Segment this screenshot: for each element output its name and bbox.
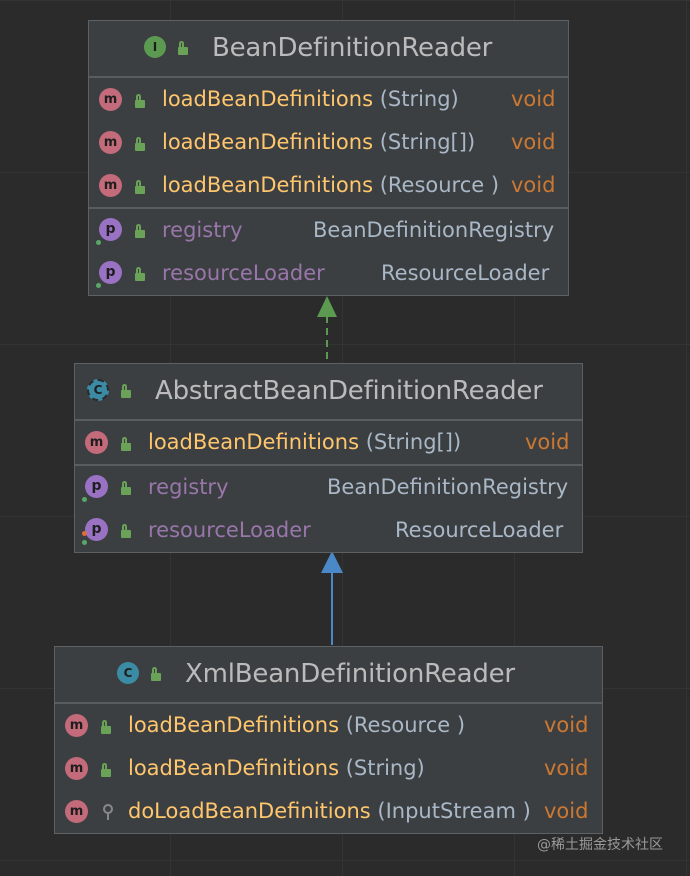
method-icon: m bbox=[99, 131, 122, 154]
public-lock-icon bbox=[135, 180, 145, 194]
getter-dot-icon bbox=[96, 240, 101, 245]
getter-dot-icon bbox=[96, 283, 101, 288]
getter-dot-icon bbox=[82, 497, 87, 502]
public-lock-icon bbox=[135, 94, 145, 108]
method-row[interactable]: m loadBeanDefinitions (Resource ) void bbox=[55, 704, 602, 747]
method-row[interactable]: m loadBeanDefinitions (String) void bbox=[89, 78, 568, 121]
return-type: void bbox=[525, 430, 570, 454]
return-type: void bbox=[511, 173, 556, 197]
return-type: void bbox=[544, 799, 589, 823]
method-params: (String) bbox=[373, 87, 459, 111]
property-type: ResourceLoader bbox=[381, 261, 550, 285]
public-lock-icon bbox=[135, 267, 145, 281]
property-name: registry bbox=[162, 218, 243, 242]
public-lock-icon bbox=[121, 481, 131, 495]
property-icon: p bbox=[99, 261, 122, 284]
method-name: loadBeanDefinitions (String[]) bbox=[162, 130, 476, 154]
public-lock-icon bbox=[101, 763, 111, 777]
public-lock-icon bbox=[135, 224, 145, 238]
method-params: (String[]) bbox=[373, 130, 476, 154]
method-row[interactable]: m doLoadBeanDefinitions (InputStream ) v… bbox=[55, 790, 602, 833]
method-icon: m bbox=[65, 800, 88, 823]
methods-section: m loadBeanDefinitions (String) void m lo… bbox=[89, 78, 568, 209]
class-header[interactable]: I BeanDefinitionReader bbox=[89, 21, 568, 78]
property-icon: p bbox=[99, 218, 122, 241]
method-name: loadBeanDefinitions (String) bbox=[128, 756, 425, 780]
setter-dot-icon bbox=[82, 531, 87, 536]
class-name: AbstractBeanDefinitionReader bbox=[155, 376, 543, 406]
public-lock-icon bbox=[121, 524, 131, 538]
method-icon: m bbox=[99, 174, 122, 197]
class-box-bean-definition-reader[interactable]: I BeanDefinitionReader m loadBeanDefinit… bbox=[88, 20, 569, 296]
method-name: loadBeanDefinitions (String) bbox=[162, 87, 459, 111]
method-params: (String) bbox=[339, 756, 425, 780]
property-row[interactable]: p registry BeanDefinitionRegistry bbox=[89, 209, 568, 252]
class-icon: C bbox=[117, 662, 139, 684]
public-lock-icon bbox=[121, 384, 131, 398]
properties-section: p registry BeanDefinitionRegistry p reso… bbox=[75, 466, 582, 552]
property-name: registry bbox=[148, 475, 229, 499]
method-params: (Resource ) bbox=[373, 173, 500, 197]
method-name: loadBeanDefinitions (Resource ) bbox=[128, 713, 466, 737]
class-header[interactable]: C AbstractBeanDefinitionReader bbox=[75, 364, 582, 421]
method-row[interactable]: m loadBeanDefinitions (String) void bbox=[55, 747, 602, 790]
property-name: resourceLoader bbox=[162, 261, 325, 285]
public-lock-icon bbox=[121, 437, 131, 451]
property-icon: p bbox=[85, 518, 108, 541]
method-icon: m bbox=[99, 88, 122, 111]
properties-section: p registry BeanDefinitionRegistry p reso… bbox=[89, 209, 568, 295]
method-icon: m bbox=[65, 757, 88, 780]
property-row[interactable]: p registry BeanDefinitionRegistry bbox=[75, 466, 582, 509]
return-type: void bbox=[511, 130, 556, 154]
method-params: (Resource ) bbox=[339, 713, 466, 737]
class-name: BeanDefinitionReader bbox=[212, 33, 493, 63]
methods-section: m loadBeanDefinitions (String[]) void bbox=[75, 421, 582, 466]
method-name: doLoadBeanDefinitions (InputStream ) bbox=[128, 799, 531, 823]
property-icon: p bbox=[85, 475, 108, 498]
method-icon: m bbox=[85, 431, 108, 454]
return-type: void bbox=[544, 713, 589, 737]
property-type: ResourceLoader bbox=[395, 518, 564, 542]
methods-section: m loadBeanDefinitions (Resource ) void m… bbox=[55, 704, 602, 833]
method-name: loadBeanDefinitions (Resource ) bbox=[162, 173, 500, 197]
property-name: resourceLoader bbox=[148, 518, 311, 542]
method-row[interactable]: m loadBeanDefinitions (String[]) void bbox=[75, 421, 582, 464]
realization-arrowhead bbox=[317, 296, 337, 317]
abstract-class-icon: C bbox=[87, 379, 109, 401]
interface-icon: I bbox=[144, 36, 166, 58]
method-params: (InputStream ) bbox=[370, 799, 531, 823]
getter-dot-icon bbox=[82, 540, 87, 545]
class-name: XmlBeanDefinitionReader bbox=[185, 659, 515, 689]
public-lock-icon bbox=[178, 41, 188, 55]
return-type: void bbox=[511, 87, 556, 111]
method-params: (String[]) bbox=[359, 430, 462, 454]
watermark: @稀土掘金技术社区 bbox=[537, 837, 663, 853]
method-icon: m bbox=[65, 714, 88, 737]
property-type: BeanDefinitionRegistry bbox=[327, 475, 569, 499]
method-row[interactable]: m loadBeanDefinitions (String[]) void bbox=[89, 121, 568, 164]
property-row[interactable]: p resourceLoader ResourceLoader bbox=[75, 509, 582, 552]
class-box-xml-bean-definition-reader[interactable]: C XmlBeanDefinitionReader m loadBeanDefi… bbox=[54, 646, 603, 834]
public-lock-icon bbox=[135, 137, 145, 151]
method-name: loadBeanDefinitions (String[]) bbox=[148, 430, 462, 454]
public-lock-icon bbox=[151, 667, 161, 681]
method-row[interactable]: m loadBeanDefinitions (Resource ) void bbox=[89, 164, 568, 207]
property-row[interactable]: p resourceLoader ResourceLoader bbox=[89, 252, 568, 295]
protected-key-icon bbox=[103, 804, 113, 820]
class-box-abstract-bean-definition-reader[interactable]: C AbstractBeanDefinitionReader m loadBea… bbox=[74, 363, 583, 553]
property-type: BeanDefinitionRegistry bbox=[313, 218, 555, 242]
public-lock-icon bbox=[101, 720, 111, 734]
generalization-arrowhead bbox=[321, 551, 343, 573]
return-type: void bbox=[544, 756, 589, 780]
class-header[interactable]: C XmlBeanDefinitionReader bbox=[55, 647, 602, 704]
